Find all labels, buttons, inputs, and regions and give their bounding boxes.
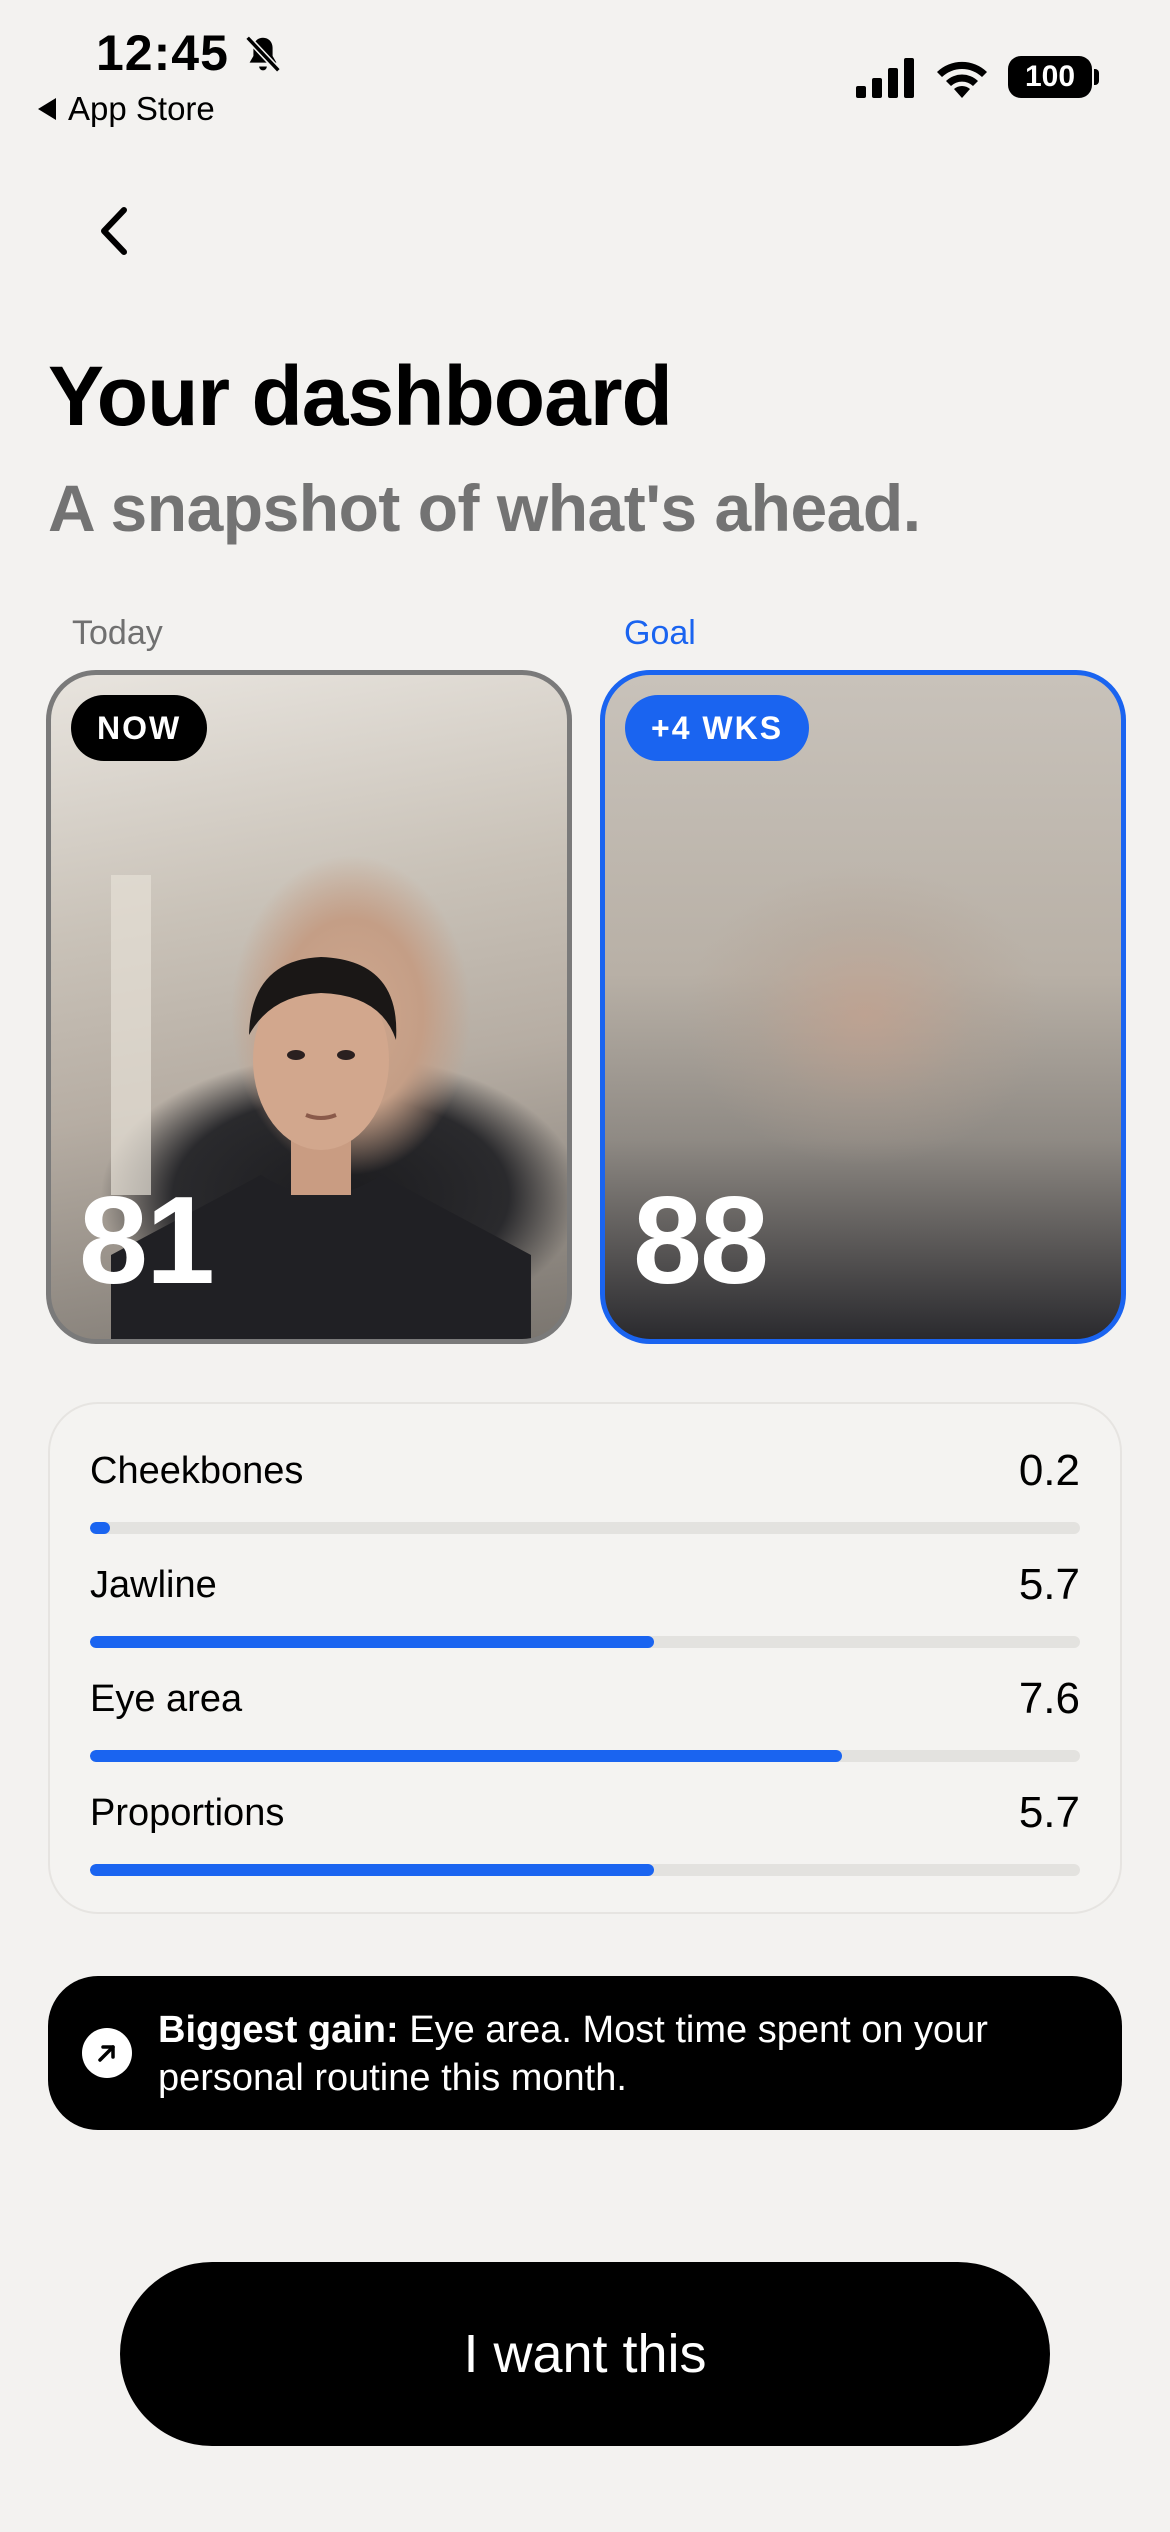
page-title: Your dashboard	[48, 349, 673, 443]
callout-text: Biggest gain: Eye area. Most time spent …	[158, 2006, 1098, 2102]
callout-bold: Biggest gain:	[158, 2009, 399, 2051]
weeks-badge: +4 WKS	[625, 695, 810, 761]
metric-track	[90, 1636, 1080, 1648]
arrow-up-right-icon	[82, 2028, 132, 2078]
goal-score: 88	[633, 1172, 769, 1310]
today-label: Today	[72, 614, 163, 652]
biggest-gain-callout: Biggest gain: Eye area. Most time spent …	[48, 1976, 1122, 2130]
metric-track	[90, 1522, 1080, 1534]
metric-value: 5.7	[1018, 1560, 1080, 1609]
metric-jawline: Jawline 5.7	[90, 1560, 1080, 1654]
signal-icon	[856, 58, 914, 98]
metrics-panel: Cheekbones 0.2 Jawline 5.7 Eye area 7.6 …	[48, 1402, 1122, 1914]
battery-tip	[1094, 69, 1099, 85]
back-triangle-icon	[38, 98, 56, 120]
metric-value: 0.2	[1018, 1446, 1080, 1495]
battery-icon: 100	[1008, 56, 1092, 98]
status-time: 12:45	[96, 25, 229, 81]
metric-fill	[90, 1750, 843, 1762]
bell-muted-icon	[245, 35, 281, 73]
back-to-app-store[interactable]: App Store	[38, 90, 215, 128]
i-want-this-button[interactable]: I want this	[120, 2262, 1050, 2446]
metric-eye-area: Eye area 7.6	[90, 1674, 1080, 1768]
wifi-icon	[937, 61, 987, 98]
metric-track	[90, 1864, 1080, 1876]
goal-label: Goal	[624, 614, 696, 652]
metric-label: Proportions	[90, 1792, 285, 1834]
metric-label: Jawline	[90, 1564, 217, 1606]
metric-track	[90, 1750, 1080, 1762]
metric-proportions: Proportions 5.7	[90, 1788, 1080, 1882]
goal-photo-card: +4 WKS 88	[600, 670, 1126, 1344]
page-subtitle: A snapshot of what's ahead.	[48, 471, 921, 545]
metric-fill	[90, 1522, 110, 1534]
today-score: 81	[79, 1172, 215, 1310]
screen: 12:45 App Store 100 Your dashboard A sna…	[0, 0, 1170, 2532]
metric-value: 5.7	[1018, 1788, 1080, 1837]
chevron-left-icon[interactable]	[80, 196, 150, 266]
metric-fill	[90, 1636, 655, 1648]
metric-label: Eye area	[90, 1678, 243, 1720]
metric-label: Cheekbones	[90, 1450, 304, 1492]
metric-value: 7.6	[1018, 1674, 1080, 1723]
back-app-label: App Store	[68, 90, 215, 127]
metric-fill	[90, 1864, 655, 1876]
metric-cheekbones: Cheekbones 0.2	[90, 1446, 1080, 1540]
today-photo-card: NOW 81	[46, 670, 572, 1344]
now-badge: NOW	[71, 695, 208, 761]
